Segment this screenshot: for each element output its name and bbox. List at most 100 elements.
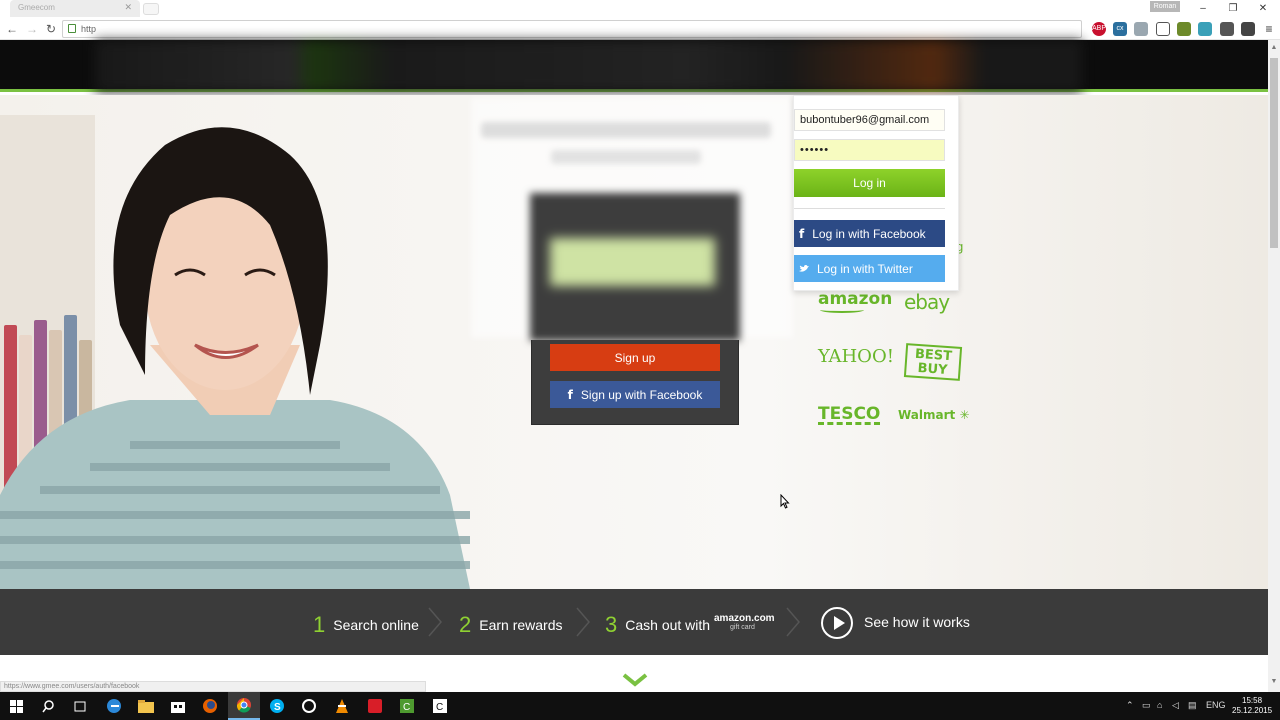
edge-icon[interactable]	[104, 696, 124, 716]
camera-icon[interactable]	[1134, 22, 1148, 36]
scroll-up-icon[interactable]: ▲	[1270, 44, 1278, 52]
step-2: 2 Earn rewards	[459, 610, 563, 637]
chevron-down-icon[interactable]	[622, 673, 648, 687]
puzzle-icon[interactable]	[1241, 22, 1255, 36]
status-bar-url: https://www.gmee.com/users/auth/facebook	[0, 681, 426, 692]
windows-taskbar: S C C ⌃ ▭ ⌂ ◁ ▤ ENG 15:58 25.12.2015	[0, 692, 1280, 720]
amazon-logo-text: amazon	[818, 289, 893, 309]
close-window-icon[interactable]: ✕	[1248, 0, 1278, 17]
mouse-cursor-icon	[780, 494, 790, 509]
svg-text:C: C	[403, 702, 410, 713]
adblock-icon[interactable]: ABP	[1092, 22, 1106, 36]
amazon-gift-card-logo: amazon.com gift card	[714, 614, 775, 632]
file-explorer-icon[interactable]	[136, 696, 156, 716]
signup-box: Sign up f Sign up with Facebook	[531, 340, 739, 425]
facebook-icon: f	[567, 387, 573, 402]
menu-icon[interactable]: ≡	[1262, 22, 1276, 36]
extension-cx-icon[interactable]: cx	[1113, 22, 1127, 36]
browser-tab-strip: Gmeecom ✕ Roman – ❐ ✕	[0, 0, 1280, 18]
origin-icon[interactable]	[299, 696, 319, 716]
step-label: Cash out with	[625, 617, 711, 633]
blurred-signup-form	[530, 193, 740, 341]
login-twitter-label: Log in with Twitter	[817, 261, 913, 276]
page-scrollbar[interactable]: ▲ ▼	[1268, 40, 1280, 692]
step-separator-icon	[786, 607, 800, 637]
tesco-logo: TESCO	[818, 404, 881, 425]
divider	[794, 208, 945, 209]
windows-start-icon[interactable]	[6, 696, 26, 716]
firefox-icon[interactable]	[200, 696, 220, 716]
restore-icon[interactable]: ❐	[1218, 0, 1248, 17]
signup-button[interactable]: Sign up	[550, 344, 720, 371]
language-indicator[interactable]: ENG	[1206, 700, 1226, 710]
login-twitter-button[interactable]: Log in with Twitter	[794, 255, 945, 282]
browser-tab[interactable]: Gmeecom ✕	[10, 0, 140, 17]
clock-time: 15:58	[1242, 696, 1263, 705]
twitter-bird-icon	[799, 264, 809, 272]
forward-arrow-icon[interactable]: →	[24, 21, 40, 37]
red-app-icon[interactable]	[365, 696, 385, 716]
ebay-logo: ebay	[904, 290, 950, 314]
scroll-thumb[interactable]	[1270, 58, 1278, 248]
step-separator-icon	[428, 607, 442, 637]
signup-facebook-button[interactable]: f Sign up with Facebook	[550, 381, 720, 408]
camtasia-icon[interactable]: C	[397, 696, 417, 716]
taskbar-clock[interactable]: 15:58 25.12.2015	[1232, 696, 1272, 716]
walmart-logo-text: Walmart	[898, 408, 956, 422]
vlc-icon[interactable]	[332, 696, 352, 716]
tab-title: Gmeecom	[18, 3, 55, 12]
walmart-logo: Walmart ✳	[898, 408, 970, 422]
lock-icon	[68, 24, 76, 33]
volume-icon[interactable]: ◁	[1172, 700, 1179, 711]
login-button[interactable]: Log in	[794, 169, 945, 197]
step-number: 2	[459, 612, 472, 637]
camtasia-recorder-icon[interactable]: C	[430, 696, 450, 716]
search-icon[interactable]	[38, 696, 58, 716]
browser-user-chip[interactable]: Roman	[1150, 1, 1180, 12]
tray-chevron-icon[interactable]: ⌃	[1126, 700, 1134, 711]
task-view-icon[interactable]	[70, 696, 90, 716]
login-dropdown: Log in f Log in with Facebook Log in with…	[793, 95, 959, 291]
play-icon[interactable]	[821, 607, 853, 639]
login-facebook-button[interactable]: f Log in with Facebook	[794, 220, 945, 247]
password-field[interactable]	[794, 139, 945, 161]
scroll-down-icon[interactable]: ▼	[1270, 678, 1278, 686]
walmart-spark-icon: ✳	[959, 408, 970, 422]
svg-text:S: S	[274, 702, 281, 713]
chrome-icon[interactable]	[228, 692, 260, 720]
tray-app-icon[interactable]: ▭	[1142, 700, 1151, 711]
step-label: Search online	[333, 617, 419, 633]
woman-photo	[0, 127, 470, 589]
new-tab-button[interactable]	[143, 3, 159, 15]
blurred-nav	[95, 40, 1082, 92]
minimize-icon[interactable]: –	[1188, 0, 1218, 17]
store-icon[interactable]	[168, 696, 188, 716]
close-tab-icon[interactable]: ✕	[124, 2, 132, 13]
steps-bar: 1 Search online 2 Earn rewards 3 Cash out w…	[0, 589, 1268, 655]
clock-date: 25.12.2015	[1232, 706, 1273, 715]
site-header	[0, 40, 1268, 92]
eyedropper-icon[interactable]	[1177, 22, 1191, 36]
extension-icon[interactable]	[1198, 22, 1212, 36]
amazon-gc-sub: gift card	[730, 624, 755, 631]
address-bar[interactable]: http	[62, 20, 1082, 38]
bestbuy-logo: BEST BUY	[903, 343, 963, 381]
address-text: http	[81, 24, 97, 34]
screen-capture-icon[interactable]	[1220, 22, 1234, 36]
step-number: 1	[313, 612, 326, 637]
reload-icon[interactable]: ↻	[43, 21, 59, 37]
back-arrow-icon[interactable]: ←	[4, 21, 20, 37]
keyboard-icon[interactable]	[1156, 22, 1170, 36]
skype-icon[interactable]: S	[267, 696, 287, 716]
see-how-it-works-link[interactable]: See how it works	[864, 614, 970, 630]
step-1: 1 Search online	[313, 610, 419, 637]
browser-toolbar: ← → ↻ http ABP cx ≡	[0, 18, 1280, 40]
login-facebook-label: Log in with Facebook	[812, 226, 926, 241]
network-icon[interactable]: ⌂	[1157, 700, 1162, 710]
amazon-gc-brand: amazon.com	[714, 613, 775, 624]
svg-text:C: C	[436, 702, 443, 713]
step-label: Earn rewards	[479, 617, 563, 633]
notifications-icon[interactable]: ▤	[1188, 700, 1197, 711]
email-field[interactable]	[794, 109, 945, 131]
amazon-logo: amazon	[818, 289, 893, 313]
